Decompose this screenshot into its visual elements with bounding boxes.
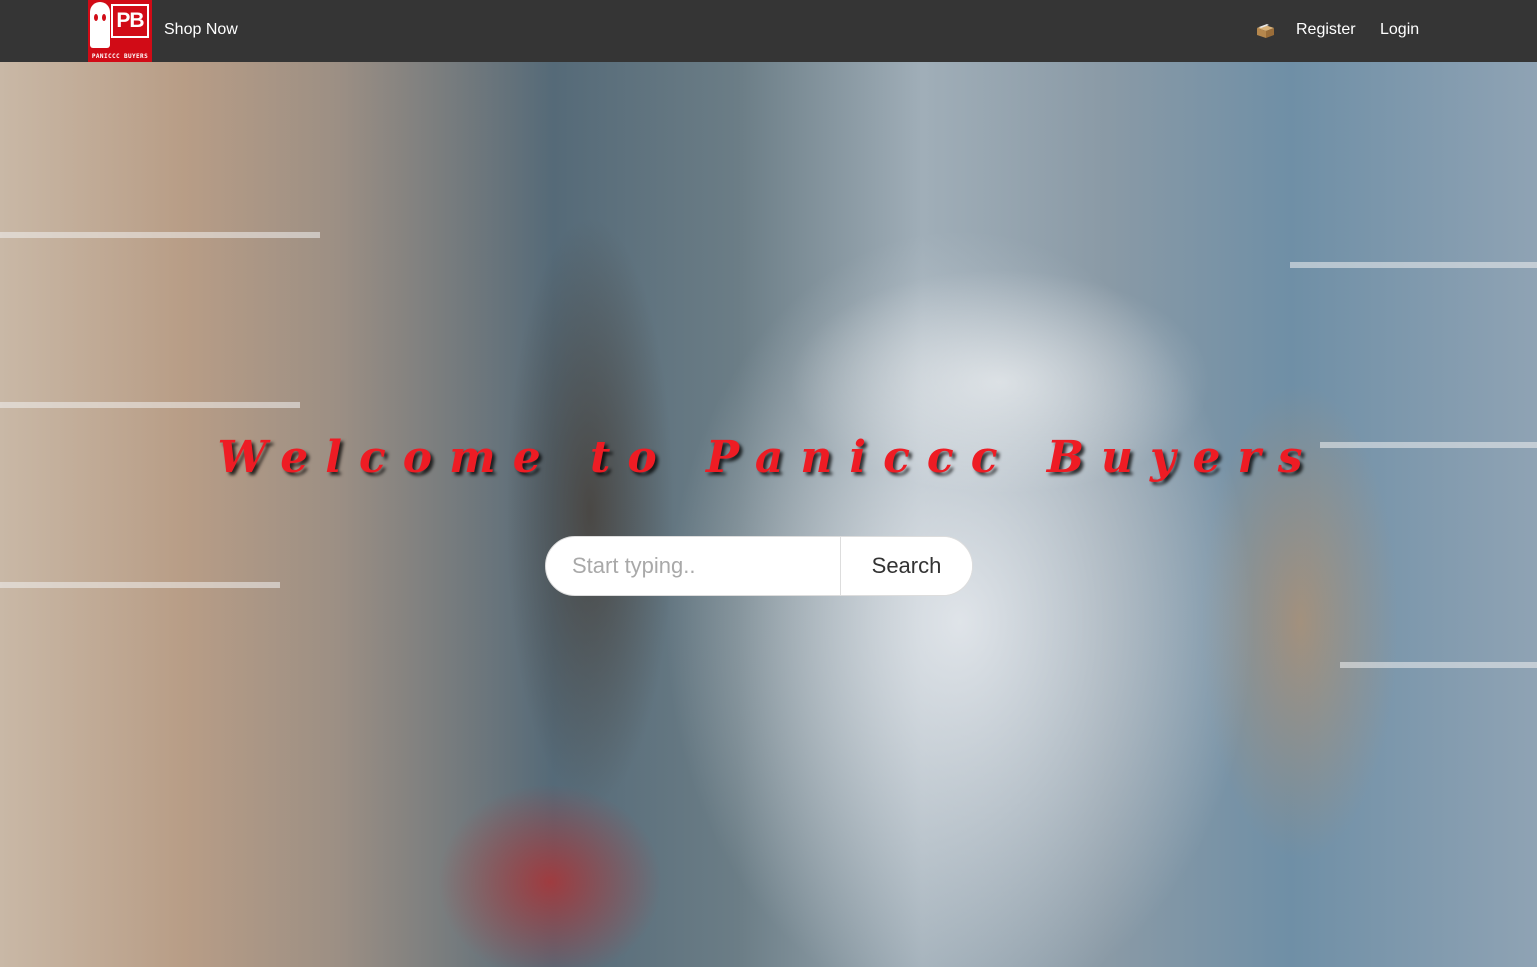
shelf-decoration [1340,662,1537,668]
top-navbar: PB PANICCC BUYERS Shop Now Register Logi… [0,0,1537,62]
nav-shop-now-link[interactable]: Shop Now [164,19,238,41]
brand-logo[interactable]: PB PANICCC BUYERS [88,0,152,62]
shelf-decoration [1290,262,1537,268]
search-input[interactable] [546,537,840,595]
nav-register-link[interactable]: Register [1296,19,1356,41]
shelf-decoration [0,232,320,238]
logo-initials: PB [111,4,149,38]
hero-section: Welcome to Paniccc Buyers Search [0,62,1537,967]
cart-icon[interactable] [1256,23,1275,39]
shelf-decoration [0,582,280,588]
search-bar: Search [545,536,973,596]
search-button[interactable]: Search [840,537,972,595]
logo-subtitle: PANICCC BUYERS [91,53,149,60]
ghost-logo-icon [90,2,110,48]
nav-login-link[interactable]: Login [1380,19,1419,41]
hero-title: Welcome to Paniccc Buyers [217,432,1320,483]
shelf-decoration [0,402,300,408]
